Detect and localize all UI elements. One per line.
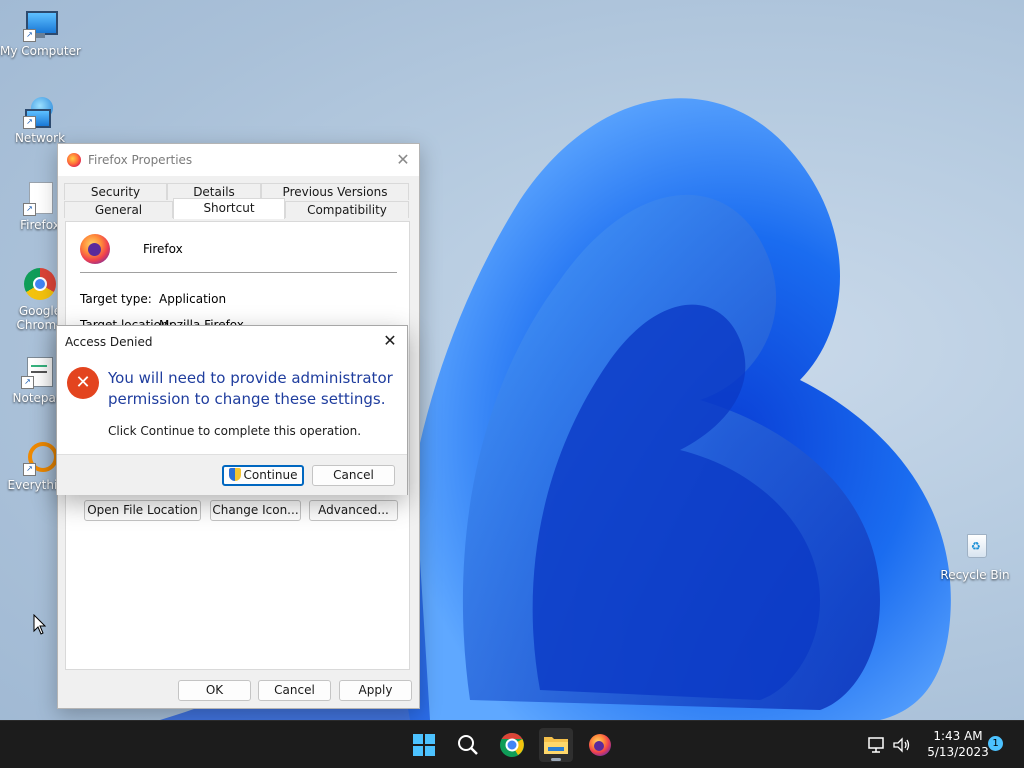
uac-shield-icon [228, 468, 241, 481]
firefox-icon [589, 734, 611, 756]
firefox-icon [80, 234, 110, 264]
taskbar-firefox[interactable] [583, 728, 617, 762]
dialog-footer: Continue Cancel [57, 454, 407, 495]
tab-compatibility[interactable]: Compatibility [285, 201, 409, 218]
dialog-cancel-button[interactable]: Cancel [312, 465, 395, 486]
dialog-message: Click Continue to complete this operatio… [108, 424, 362, 438]
desktop-icon-network[interactable]: ↗ Network [0, 95, 80, 145]
change-icon-button[interactable]: Change Icon... [210, 500, 301, 521]
search-button[interactable] [451, 728, 485, 762]
close-icon[interactable]: ✕ [393, 150, 413, 170]
cancel-button[interactable]: Cancel [258, 680, 331, 701]
start-button[interactable] [407, 728, 441, 762]
taskbar-file-explorer[interactable] [539, 728, 573, 762]
close-icon[interactable]: ✕ [380, 331, 400, 351]
recycle-bin-icon: ♻ [958, 532, 992, 566]
desktop-icon-recycle-bin[interactable]: ♻ Recycle Bin [935, 532, 1015, 582]
active-indicator [551, 758, 561, 761]
properties-titlebar[interactable]: Firefox Properties ✕ [58, 144, 419, 176]
taskbar-chrome[interactable] [495, 728, 529, 762]
folder-icon [544, 737, 568, 754]
apply-button[interactable]: Apply [339, 680, 412, 701]
continue-button[interactable]: Continue [222, 465, 304, 486]
volume-icon[interactable] [891, 735, 911, 755]
tab-general[interactable]: General [64, 201, 173, 218]
tab-security[interactable]: Security [64, 183, 167, 200]
search-icon [458, 735, 478, 755]
network-icon: ↗ [23, 95, 57, 129]
desktop-icon-label: Recycle Bin [940, 568, 1010, 582]
everything-icon: ↗ [23, 442, 58, 476]
monitor-icon: ↗ [23, 8, 58, 42]
windows-logo-icon [413, 734, 435, 756]
chrome-icon [500, 733, 524, 757]
firefox-icon [67, 153, 81, 167]
open-file-location-button[interactable]: Open File Location [84, 500, 201, 521]
error-icon: ✕ [67, 367, 99, 399]
dialog-title: Access Denied [65, 335, 153, 349]
file-icon: ↗ [23, 182, 57, 216]
dialog-heading: You will need to provide administrator p… [108, 369, 393, 408]
continue-label: Continue [243, 468, 298, 482]
chrome-icon [23, 268, 57, 302]
desktop-icon-my-computer[interactable]: ↗ My Computer [0, 8, 81, 58]
mouse-cursor-icon [33, 614, 47, 635]
taskbar: 1:43 AM 5/13/2023 [0, 720, 1024, 768]
target-type-value: Application [159, 292, 227, 306]
ok-button[interactable]: OK [178, 680, 251, 701]
advanced-button[interactable]: Advanced... [309, 500, 398, 521]
notepad-icon: ↗ [21, 355, 55, 389]
target-type-label: Target type: [80, 292, 152, 306]
clock-time[interactable]: 1:43 AM [922, 729, 994, 743]
network-status-icon[interactable] [867, 735, 887, 755]
divider [80, 272, 397, 273]
app-name: Firefox [143, 242, 183, 256]
properties-tabs: Security Details Previous Versions Gener… [64, 183, 409, 223]
access-denied-dialog: Access Denied ✕ ✕ You will need to provi… [56, 325, 408, 495]
desktop-icon-label: My Computer [0, 44, 81, 58]
window-title: Firefox Properties [88, 153, 193, 167]
notification-badge[interactable]: 1 [988, 736, 1003, 751]
tab-shortcut[interactable]: Shortcut [173, 198, 285, 219]
clock-date[interactable]: 5/13/2023 [918, 745, 998, 759]
